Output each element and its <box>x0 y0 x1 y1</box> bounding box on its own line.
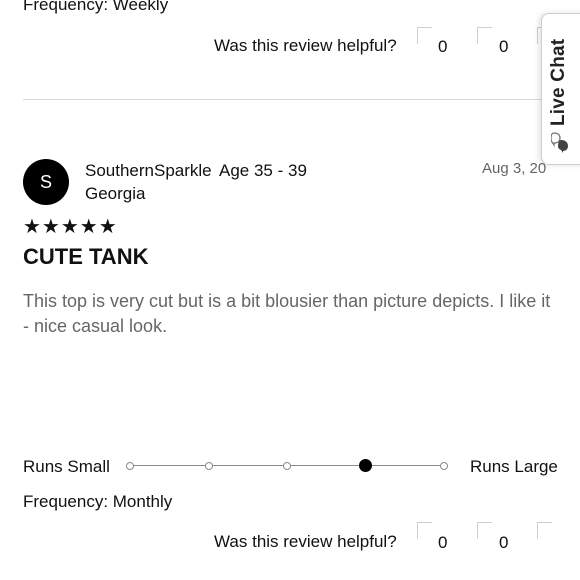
live-chat-label[interactable]: Live Chat <box>548 39 570 126</box>
fit-scale-dot <box>440 461 448 470</box>
fit-scale-dot <box>126 461 134 470</box>
helpful-no-count: 0 <box>499 533 509 552</box>
fit-scale-dot <box>283 461 291 470</box>
helpful-question: Was this review helpful? <box>214 36 397 55</box>
review-date: Aug 3, 20 <box>482 160 547 177</box>
fit-label-large: Runs Large <box>470 457 558 476</box>
helpful-question: Was this review helpful? <box>214 532 397 551</box>
thumbs-down-icon[interactable] <box>477 27 492 44</box>
review-username[interactable]: SouthernSparkle <box>85 161 212 181</box>
fit-scale-selected-dot <box>359 459 372 472</box>
review-title: CUTE TANK <box>23 244 149 269</box>
fit-label-small: Runs Small <box>23 457 110 476</box>
review-age: Age 35 - 39 <box>219 161 307 180</box>
star-rating: ★★★★★ <box>23 216 118 238</box>
avatar: S <box>23 159 69 205</box>
thumbs-up-icon[interactable] <box>417 27 432 44</box>
review-location: Georgia <box>85 184 146 203</box>
prev-frequency: Frequency: Weekly <box>23 0 169 14</box>
chat-bubbles-icon <box>551 132 568 153</box>
review-frequency: Frequency: Monthly <box>23 492 173 511</box>
helpful-no-count: 0 <box>499 37 509 56</box>
review-divider <box>23 99 543 100</box>
fit-scale-dot <box>204 461 213 470</box>
thumbs-up-icon[interactable] <box>417 522 432 539</box>
report-flag-icon[interactable] <box>537 522 552 539</box>
review-body: This top is very cut but is a bit blousi… <box>23 291 551 336</box>
helpful-yes-count: 0 <box>438 533 448 552</box>
helpful-yes-count: 0 <box>438 37 448 56</box>
thumbs-down-icon[interactable] <box>477 522 492 539</box>
